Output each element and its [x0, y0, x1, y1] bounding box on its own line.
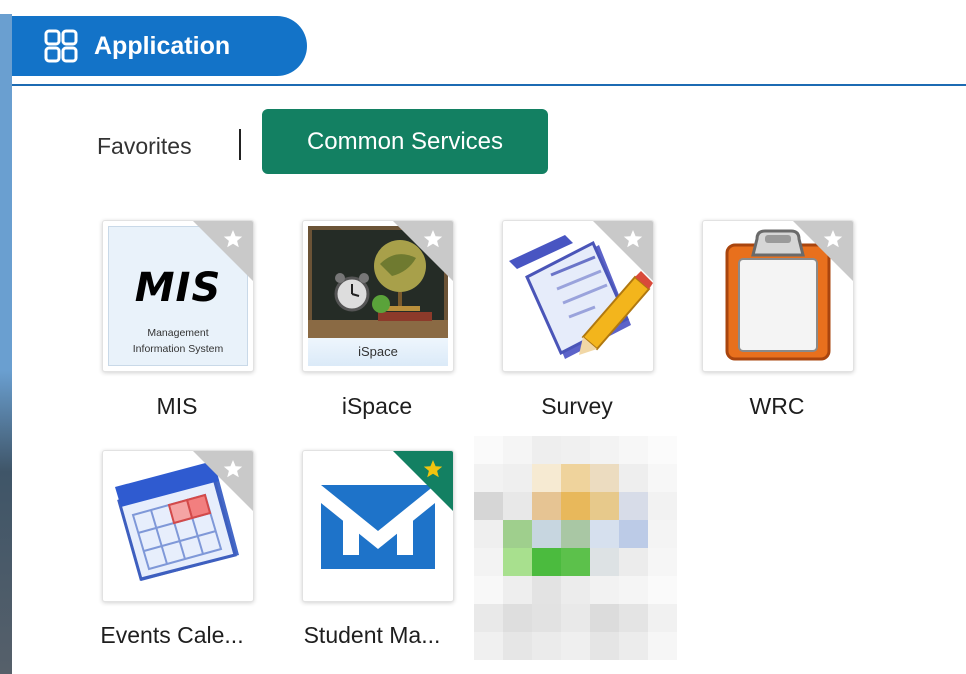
- app-label-events-calendar[interactable]: Events Cale...: [77, 622, 267, 649]
- favorite-star-icon[interactable]: [193, 451, 253, 511]
- app-tile-wrc[interactable]: [702, 220, 854, 372]
- ispace-tile-caption: iSpace: [308, 338, 448, 366]
- window-edge-strip: [0, 0, 12, 674]
- app-label-survey[interactable]: Survey: [482, 393, 672, 420]
- page-title: Application: [94, 31, 231, 60]
- app-label-ispace[interactable]: iSpace: [282, 393, 472, 420]
- tab-favorites[interactable]: Favorites: [97, 128, 192, 164]
- app-tile-events-calendar[interactable]: [102, 450, 254, 602]
- tab-common-services[interactable]: Common Services: [262, 109, 548, 174]
- favorite-star-icon[interactable]: [593, 221, 653, 281]
- edge-strip-mask: [0, 0, 12, 14]
- app-label-wrc[interactable]: WRC: [682, 393, 872, 420]
- favorite-star-icon[interactable]: [793, 221, 853, 281]
- obscured-app-tile: [474, 436, 677, 660]
- favorite-star-icon[interactable]: [393, 221, 453, 281]
- favorite-star-icon[interactable]: [393, 451, 453, 511]
- app-tile-ispace[interactable]: iSpace: [302, 220, 454, 372]
- favorite-star-icon[interactable]: [193, 221, 253, 281]
- app-tile-student-mail[interactable]: [302, 450, 454, 602]
- mis-subtitle-line-1: Management: [147, 327, 209, 339]
- app-tile-mis[interactable]: MIS Management Information System: [102, 220, 254, 372]
- tab-separator: [239, 129, 241, 160]
- app-tile-survey[interactable]: [502, 220, 654, 372]
- mis-logo-subtitle: Management Information System: [109, 325, 247, 357]
- app-label-student-mail[interactable]: Student Ma...: [277, 622, 467, 649]
- header-divider: [12, 84, 966, 86]
- app-label-mis[interactable]: MIS: [82, 393, 272, 420]
- grid-icon: [44, 29, 78, 63]
- application-header: Application: [12, 16, 307, 76]
- mis-subtitle-line-2: Information System: [132, 343, 224, 355]
